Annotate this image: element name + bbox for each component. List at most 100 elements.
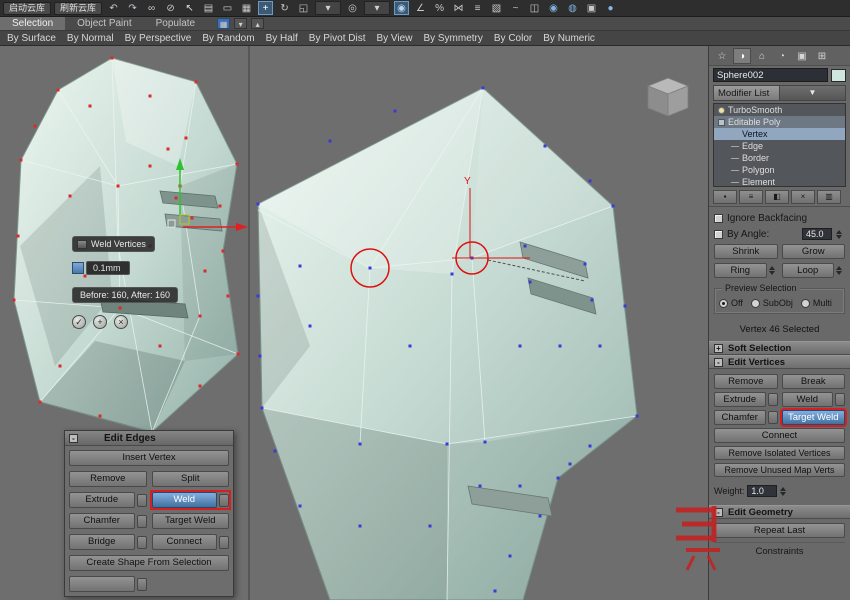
by-angle-field[interactable]: 45.0 [802, 228, 832, 240]
motion-tab-icon[interactable]: ◔ [773, 48, 791, 64]
by-angle-spinner[interactable] [836, 230, 845, 239]
select-rotate-icon[interactable]: ↻ [277, 1, 292, 15]
select-scale-icon[interactable]: ◱ [296, 1, 311, 15]
remove-button[interactable]: Remove [69, 471, 147, 487]
layer-manager-icon[interactable]: ▧ [489, 1, 504, 15]
rect-region-icon[interactable]: ▭ [220, 1, 235, 15]
reference-coord-dropdown[interactable]: ▾ [315, 1, 341, 15]
selection-mode-button[interactable]: By Perspective [125, 33, 192, 44]
preview-off-radio[interactable] [719, 299, 728, 308]
modifier-stack-row[interactable]: Vertex [714, 128, 845, 140]
weld-vertex-button[interactable]: Weld [782, 392, 834, 407]
redo-icon[interactable]: ↷ [125, 1, 140, 15]
object-name-field[interactable]: Sphere002 [713, 68, 828, 82]
caddy-ok-button[interactable]: ✓ [72, 315, 86, 329]
hierarchy-tab-icon[interactable]: ⌂ [753, 48, 771, 64]
selection-mode-button[interactable]: By View [376, 33, 412, 44]
remove-modifier-icon[interactable]: × [791, 190, 815, 204]
bridge-settings-icon[interactable] [137, 536, 147, 549]
edit-edges-titlebar[interactable]: - Edit Edges [65, 431, 233, 446]
ring-spinner[interactable] [769, 266, 778, 275]
selection-mode-button[interactable]: By Pivot Dist [309, 33, 366, 44]
ribbon-dropdown-icon[interactable]: ▾ [234, 18, 247, 29]
edit-vertices-rollout-header[interactable]: - Edit Vertices [709, 355, 850, 369]
preview-subobj-radio[interactable] [751, 299, 760, 308]
edit-geometry-rollout-header[interactable]: - Edit Geometry [709, 505, 850, 519]
selection-mode-button[interactable]: By Normal [67, 33, 114, 44]
angle-snap-icon[interactable]: ∠ [413, 1, 428, 15]
collapse-icon[interactable]: - [714, 358, 723, 367]
loop-spinner[interactable] [836, 266, 845, 275]
modify-tab-icon[interactable]: ◑ [733, 48, 751, 64]
extrude-settings-icon[interactable] [768, 393, 778, 406]
selection-mode-button[interactable]: By Numeric [543, 33, 595, 44]
repeat-last-button[interactable]: Repeat Last [714, 523, 845, 538]
weld-settings-icon[interactable] [835, 393, 845, 406]
weight-spinner[interactable] [780, 487, 789, 496]
collapse-icon[interactable]: - [69, 434, 78, 443]
connect-button[interactable]: Connect [152, 534, 218, 550]
configure-modifier-sets-icon[interactable]: ▥ [817, 190, 841, 204]
object-color-swatch[interactable] [831, 69, 846, 82]
modifier-stack-row[interactable]: Element [714, 176, 845, 187]
weld-threshold-field[interactable]: 0.1mm [86, 261, 130, 275]
ring-button[interactable]: Ring [714, 263, 767, 278]
select-object-icon[interactable]: ↖ [182, 1, 197, 15]
collapse-icon[interactable]: - [714, 508, 723, 517]
grow-button[interactable]: Grow [782, 244, 846, 259]
pin-stack-icon[interactable]: ▪ [713, 190, 737, 204]
ribbon-minimize-icon[interactable]: ▴ [251, 18, 264, 29]
unlink-icon[interactable]: ⊘ [163, 1, 178, 15]
remove-vertex-button[interactable]: Remove [714, 374, 778, 389]
viewport[interactable]: Y Weld Vertices 0.1mm Before: 160, After… [0, 46, 708, 600]
chamfer-settings-icon[interactable] [137, 515, 147, 528]
weight-field[interactable]: 1.0 [747, 485, 777, 497]
target-weld-button[interactable]: Target Weld [782, 410, 846, 425]
undo-icon[interactable]: ↶ [106, 1, 121, 15]
refresh-cloud-library-button[interactable]: 刷新云库 [54, 2, 102, 15]
material-editor-icon[interactable]: ◉ [546, 1, 561, 15]
right-mesh-object[interactable]: Y [257, 87, 639, 600]
show-end-result-icon[interactable]: ≡ [739, 190, 763, 204]
rendered-frame-icon[interactable]: ▣ [584, 1, 599, 15]
modifier-stack-row[interactable]: Border [714, 152, 845, 164]
render-setup-icon[interactable]: ◍ [565, 1, 580, 15]
extrude-vertex-button[interactable]: Extrude [714, 392, 766, 407]
ribbon-tab[interactable]: Populate [144, 17, 207, 30]
weld-button[interactable]: Weld [152, 492, 218, 508]
chamfer-vertex-button[interactable]: Chamfer [714, 410, 766, 425]
select-by-name-icon[interactable]: ▤ [201, 1, 216, 15]
ribbon-tab[interactable]: Object Paint [65, 17, 143, 30]
display-tab-icon[interactable]: ▣ [793, 48, 811, 64]
expand-icon[interactable]: + [714, 344, 723, 353]
schematic-view-icon[interactable]: ◫ [527, 1, 542, 15]
chamfer-button[interactable]: Chamfer [69, 513, 135, 529]
bridge-button[interactable]: Bridge [69, 534, 135, 550]
make-unique-icon[interactable]: ◧ [765, 190, 789, 204]
align-icon[interactable]: ≡ [470, 1, 485, 15]
use-pivot-center-icon[interactable]: ◎ [345, 1, 360, 15]
ribbon-tab[interactable]: Selection [0, 17, 65, 30]
caddy-cancel-button[interactable]: × [114, 315, 128, 329]
window-crossing-icon[interactable]: ▦ [239, 1, 254, 15]
viewcube-icon[interactable] [648, 78, 688, 116]
preview-multi-radio[interactable] [801, 299, 810, 308]
selection-mode-button[interactable]: By Random [202, 33, 254, 44]
weld-threshold-spinner-icon[interactable] [72, 262, 84, 274]
split-button[interactable]: Split [152, 471, 230, 487]
mirror-icon[interactable]: ⋈ [451, 1, 466, 15]
curve-editor-icon[interactable]: ~ [508, 1, 523, 15]
remove-isolated-vertices-button[interactable]: Remove Isolated Vertices [714, 446, 845, 460]
render-icon[interactable]: ● [603, 1, 618, 15]
modifier-stack-row[interactable]: Edge [714, 140, 845, 152]
select-link-icon[interactable]: ∞ [144, 1, 159, 15]
utilities-tab-icon[interactable]: ⊞ [813, 48, 831, 64]
insert-vertex-button[interactable]: Insert Vertex [69, 450, 229, 466]
extrude-button[interactable]: Extrude [69, 492, 135, 508]
modifier-stack-row[interactable]: TurboSmooth [714, 104, 845, 116]
by-angle-checkbox[interactable] [714, 230, 723, 239]
soft-selection-rollout-header[interactable]: + Soft Selection [709, 341, 850, 355]
selection-filter-dropdown[interactable]: ▾ [364, 1, 390, 15]
shrink-button[interactable]: Shrink [714, 244, 778, 259]
caddy-title[interactable]: Weld Vertices [72, 236, 155, 252]
